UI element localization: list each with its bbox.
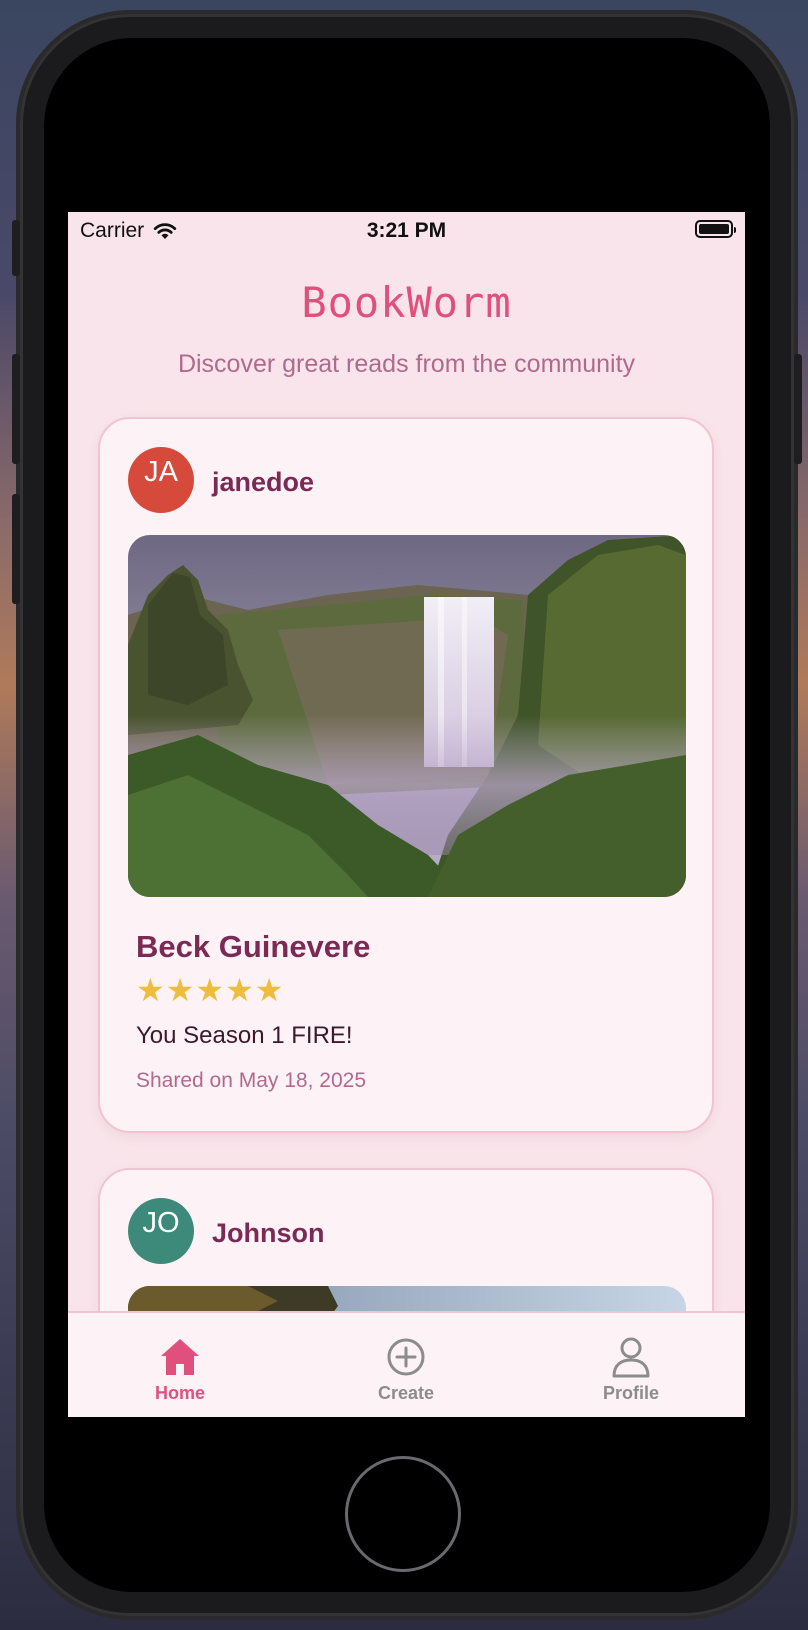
home-icon (161, 1339, 199, 1375)
avatar-initials: JO (142, 1207, 180, 1239)
tab-create[interactable]: Create (346, 1335, 466, 1404)
app-title: BookWorm (301, 278, 512, 327)
volume-up-button (12, 354, 20, 464)
waterfall-image (128, 535, 686, 897)
shared-date: Shared on May 18, 2025 (136, 1069, 366, 1092)
rating-stars: ★★★★★ (136, 972, 285, 1008)
post-username[interactable]: Johnson (212, 1218, 325, 1249)
post-image[interactable] (128, 535, 686, 897)
book-title: Beck Guinevere (136, 929, 371, 964)
post-username[interactable]: janedoe (212, 467, 314, 498)
volume-down-button (12, 494, 20, 604)
tab-home[interactable]: Home (120, 1335, 240, 1404)
tab-profile-label: Profile (602, 1383, 659, 1403)
post-card[interactable]: JA janedoe Beck Guinevere ★★★★★ You Seas… (98, 417, 714, 1133)
power-button (794, 354, 802, 464)
plus-circle-icon (387, 1338, 425, 1376)
avatar-initials: JA (144, 456, 178, 488)
tab-create-label: Create (377, 1383, 435, 1403)
avatar[interactable]: JA (128, 447, 194, 513)
battery-icon (695, 220, 736, 238)
home-button[interactable] (345, 1456, 461, 1572)
tab-profile[interactable]: Profile (571, 1335, 691, 1404)
status-time: 3:21 PM (366, 219, 447, 242)
status-bar: Carrier 3:21 PM (68, 212, 745, 248)
avatar[interactable]: JO (128, 1198, 194, 1264)
app-screen: Carrier 3:21 PM BookWorm Discover great … (68, 212, 745, 1417)
person-icon (612, 1337, 650, 1378)
app-subtitle: Discover great reads from the community (177, 350, 636, 378)
mute-switch (12, 220, 20, 276)
review-text: You Season 1 FIRE! (136, 1022, 353, 1049)
tab-home-label: Home (154, 1383, 205, 1403)
tab-bar: Home Create Profile (68, 1311, 745, 1417)
